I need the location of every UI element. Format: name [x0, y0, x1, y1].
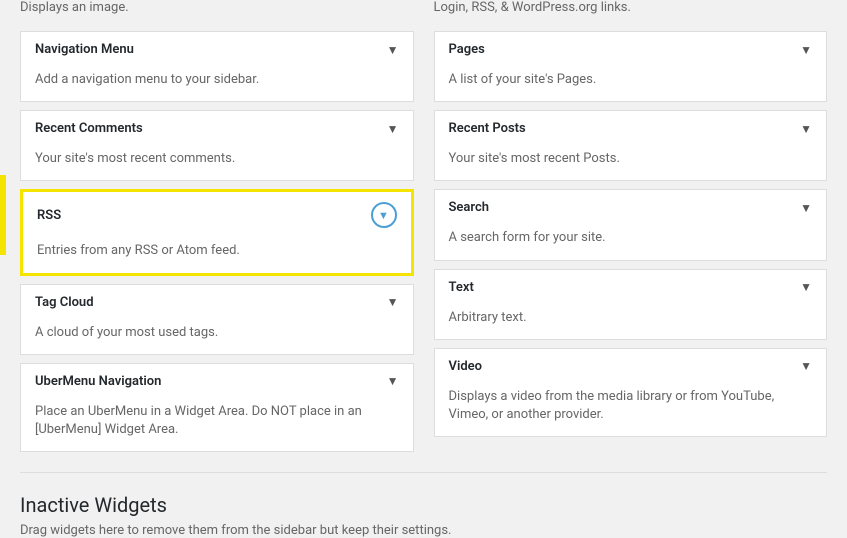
widget-text-desc: Arbitrary text.: [435, 305, 827, 339]
widget-recent-comments-title: Recent Comments: [35, 121, 143, 136]
rss-expand-button[interactable]: ▼: [371, 202, 397, 228]
widget-rss-title: RSS: [37, 208, 61, 223]
widget-pages-title: Pages: [449, 42, 485, 57]
widget-tag-cloud-title: Tag Cloud: [35, 295, 94, 310]
widget-recent-posts-header[interactable]: Recent Posts ▼: [435, 111, 827, 146]
widget-text: Text ▼ Arbitrary text.: [434, 269, 828, 340]
chevron-down-icon: ▼: [387, 295, 399, 309]
widget-recent-posts: Recent Posts ▼ Your site's most recent P…: [434, 110, 828, 181]
widget-navigation-menu-header[interactable]: Navigation Menu ▼: [21, 32, 413, 67]
chevron-down-icon: ▼: [387, 43, 399, 57]
chevron-down-icon: ▼: [800, 122, 812, 136]
left-highlight-bar: [0, 175, 6, 255]
chevron-down-icon: ▼: [800, 280, 812, 294]
top-desc-row: Displays an image. Login, RSS, & WordPre…: [20, 0, 827, 31]
left-column: Navigation Menu ▼ Add a navigation menu …: [20, 31, 414, 460]
widget-video-header[interactable]: Video ▼: [435, 349, 827, 384]
widget-text-header[interactable]: Text ▼: [435, 270, 827, 305]
widget-search-header[interactable]: Search ▼: [435, 190, 827, 225]
chevron-down-icon: ▼: [800, 201, 812, 215]
widget-video-title: Video: [449, 359, 483, 374]
widget-recent-comments-desc: Your site's most recent comments.: [21, 146, 413, 180]
top-desc-left: Displays an image.: [20, 0, 414, 23]
widget-search-desc: A search form for your site.: [435, 225, 827, 259]
chevron-down-icon: ▼: [800, 359, 812, 373]
right-column: Pages ▼ A list of your site's Pages. Rec…: [434, 31, 828, 460]
inactive-widgets-desc: Drag widgets here to remove them from th…: [20, 523, 827, 538]
widget-pages-header[interactable]: Pages ▼: [435, 32, 827, 67]
chevron-down-icon: ▼: [387, 122, 399, 136]
widget-rss-desc: Entries from any RSS or Atom feed.: [23, 238, 411, 272]
widget-tag-cloud-header[interactable]: Tag Cloud ▼: [21, 285, 413, 320]
widget-pages-desc: A list of your site's Pages.: [435, 67, 827, 101]
chevron-down-icon: ▼: [378, 209, 389, 222]
widget-navigation-menu: Navigation Menu ▼ Add a navigation menu …: [20, 31, 414, 102]
inactive-widgets-section: Inactive Widgets Drag widgets here to re…: [20, 472, 827, 538]
widget-ubermenu-navigation: UberMenu Navigation ▼ Place an UberMenu …: [20, 363, 414, 452]
widget-ubermenu-navigation-title: UberMenu Navigation: [35, 374, 161, 389]
widget-ubermenu-navigation-desc: Place an UberMenu in a Widget Area. Do N…: [21, 399, 413, 451]
widget-recent-posts-title: Recent Posts: [449, 121, 526, 136]
widget-tag-cloud: Tag Cloud ▼ A cloud of your most used ta…: [20, 284, 414, 355]
widget-recent-comments-header[interactable]: Recent Comments ▼: [21, 111, 413, 146]
widget-recent-posts-desc: Your site's most recent Posts.: [435, 146, 827, 180]
widget-ubermenu-navigation-header[interactable]: UberMenu Navigation ▼: [21, 364, 413, 399]
widget-navigation-menu-desc: Add a navigation menu to your sidebar.: [21, 67, 413, 101]
widget-text-title: Text: [449, 280, 474, 295]
widgets-grid: Navigation Menu ▼ Add a navigation menu …: [20, 31, 827, 460]
chevron-down-icon: ▼: [800, 43, 812, 57]
widget-video: Video ▼ Displays a video from the media …: [434, 348, 828, 437]
top-desc-right: Login, RSS, & WordPress.org links.: [434, 0, 828, 23]
widget-pages: Pages ▼ A list of your site's Pages.: [434, 31, 828, 102]
widget-rss-header[interactable]: RSS ▼: [23, 192, 411, 238]
widget-search: Search ▼ A search form for your site.: [434, 189, 828, 260]
widget-recent-comments: Recent Comments ▼ Your site's most recen…: [20, 110, 414, 181]
widget-rss: RSS ▼ Entries from any RSS or Atom feed.: [20, 189, 414, 275]
widget-navigation-menu-title: Navigation Menu: [35, 42, 134, 57]
widget-tag-cloud-desc: A cloud of your most used tags.: [21, 320, 413, 354]
chevron-down-icon: ▼: [387, 374, 399, 388]
page-wrapper: Displays an image. Login, RSS, & WordPre…: [0, 0, 847, 538]
widget-video-desc: Displays a video from the media library …: [435, 384, 827, 436]
widget-search-title: Search: [449, 200, 490, 215]
